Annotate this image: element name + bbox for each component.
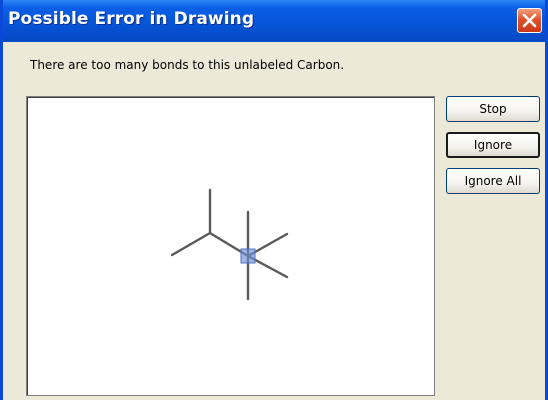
title-bar[interactable]: Possible Error in Drawing [3, 0, 545, 42]
error-atom-highlight [240, 248, 256, 264]
molecule-drawing [170, 188, 289, 301]
drawing-preview [26, 96, 435, 396]
ignore-button[interactable]: Ignore [446, 132, 540, 158]
dialog-title: Possible Error in Drawing [8, 9, 255, 29]
close-icon [522, 13, 537, 28]
stop-button[interactable]: Stop [446, 96, 540, 122]
ignore-all-button[interactable]: Ignore All [446, 168, 540, 194]
error-dialog: Possible Error in Drawing There are too … [0, 0, 548, 400]
error-message: There are too many bonds to this unlabel… [30, 58, 345, 72]
close-button[interactable] [517, 8, 542, 33]
bond-line [170, 231, 212, 257]
